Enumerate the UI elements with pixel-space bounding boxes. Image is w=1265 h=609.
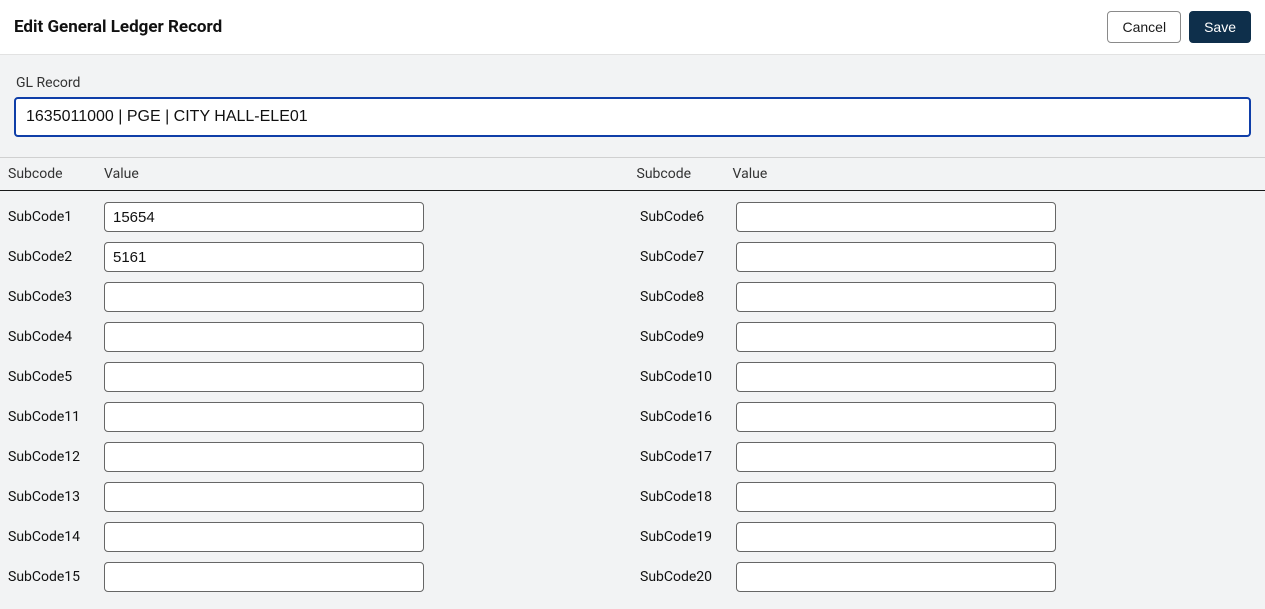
- subcode-value-input[interactable]: [736, 482, 1056, 512]
- header-subcode-left: Subcode: [8, 166, 104, 182]
- subcode-value-input[interactable]: [736, 362, 1056, 392]
- subcode-label: SubCode5: [8, 369, 104, 385]
- table-row: SubCode13 SubCode18: [8, 477, 1265, 517]
- subcode-label: SubCode12: [8, 449, 104, 465]
- subcode-label: SubCode11: [8, 409, 104, 425]
- subcode-value-cell: [104, 562, 424, 592]
- content-area: GL Record Subcode Value Subcode Value Su…: [0, 55, 1265, 609]
- subcode-value-input[interactable]: [736, 282, 1056, 312]
- subcode-label: SubCode6: [640, 209, 736, 225]
- subcode-value-cell: [736, 282, 1056, 312]
- subcode-value-cell: [736, 442, 1056, 472]
- subcode-value-cell: [736, 522, 1056, 552]
- subcode-value-input[interactable]: [736, 522, 1056, 552]
- subcode-label: SubCode15: [8, 569, 104, 585]
- table-row: SubCode14 SubCode19: [8, 517, 1265, 557]
- subcode-value-cell: [104, 402, 424, 432]
- subcode-value-input[interactable]: [104, 322, 424, 352]
- gl-record-input[interactable]: [14, 97, 1251, 137]
- gl-record-label: GL Record: [16, 75, 1251, 91]
- subcode-value-input[interactable]: [104, 242, 424, 272]
- subcode-label: SubCode10: [640, 369, 736, 385]
- page-header: Edit General Ledger Record Cancel Save: [0, 0, 1265, 55]
- subcode-label: SubCode13: [8, 489, 104, 505]
- subcode-value-cell: [736, 562, 1056, 592]
- subcode-value-input[interactable]: [736, 562, 1056, 592]
- subcode-label: SubCode2: [8, 249, 104, 265]
- subcode-label: SubCode18: [640, 489, 736, 505]
- subcode-value-input[interactable]: [104, 282, 424, 312]
- subcode-label: SubCode1: [8, 209, 104, 225]
- subcode-value-cell: [736, 482, 1056, 512]
- table-row: SubCode11 SubCode16: [8, 397, 1265, 437]
- table-header: Subcode Value Subcode Value: [0, 158, 1265, 191]
- subcode-value-cell: [104, 282, 424, 312]
- subcode-label: SubCode4: [8, 329, 104, 345]
- subcode-value-input[interactable]: [736, 322, 1056, 352]
- table-row: SubCode1 SubCode6: [8, 197, 1265, 237]
- subcode-label: SubCode16: [640, 409, 736, 425]
- subcode-value-input[interactable]: [736, 442, 1056, 472]
- subcode-label: SubCode9: [640, 329, 736, 345]
- subcode-value-cell: [736, 242, 1056, 272]
- subcode-value-input[interactable]: [104, 482, 424, 512]
- subcode-table: Subcode Value Subcode Value SubCode1SubC…: [0, 157, 1265, 597]
- table-row: SubCode2 SubCode7: [8, 237, 1265, 277]
- subcode-value-input[interactable]: [104, 562, 424, 592]
- subcode-value-cell: [104, 482, 424, 512]
- header-subcode-right: Subcode: [637, 166, 733, 182]
- subcode-label: SubCode20: [640, 569, 736, 585]
- subcode-value-cell: [736, 402, 1056, 432]
- subcode-value-cell: [104, 522, 424, 552]
- subcode-value-cell: [104, 242, 424, 272]
- table-rows: SubCode1 SubCode6 SubCode2 SubCode7 SubCode3…: [0, 191, 1265, 597]
- header-value-left: Value: [104, 166, 637, 182]
- table-row: SubCode5 SubCode10: [8, 357, 1265, 397]
- subcode-value-input[interactable]: [736, 402, 1056, 432]
- subcode-label: SubCode8: [640, 289, 736, 305]
- subcode-value-input[interactable]: [736, 202, 1056, 232]
- subcode-value-input[interactable]: [104, 362, 424, 392]
- subcode-value-cell: [104, 442, 424, 472]
- subcode-value-input[interactable]: [104, 442, 424, 472]
- subcode-value-input[interactable]: [104, 522, 424, 552]
- table-row: SubCode12 SubCode17: [8, 437, 1265, 477]
- subcode-value-input[interactable]: [736, 242, 1056, 272]
- save-button[interactable]: Save: [1189, 11, 1251, 43]
- subcode-value-input[interactable]: [104, 402, 424, 432]
- subcode-label: SubCode7: [640, 249, 736, 265]
- table-row: SubCode3 SubCode8: [8, 277, 1265, 317]
- header-actions: Cancel Save: [1107, 11, 1251, 43]
- cancel-button[interactable]: Cancel: [1107, 11, 1181, 43]
- header-value-right: Value: [733, 166, 1265, 182]
- subcode-value-cell: [736, 322, 1056, 352]
- subcode-label: SubCode3: [8, 289, 104, 305]
- page-title: Edit General Ledger Record: [14, 17, 222, 37]
- subcode-label: SubCode17: [640, 449, 736, 465]
- subcode-value-input[interactable]: [104, 202, 424, 232]
- subcode-value-cell: [104, 322, 424, 352]
- subcode-label: SubCode19: [640, 529, 736, 545]
- table-row: SubCode4 SubCode9: [8, 317, 1265, 357]
- subcode-value-cell: [736, 202, 1056, 232]
- subcode-value-cell: [104, 362, 424, 392]
- subcode-label: SubCode14: [8, 529, 104, 545]
- subcode-value-cell: [104, 202, 424, 232]
- subcode-value-cell: [736, 362, 1056, 392]
- table-row: SubCode15 SubCode20: [8, 557, 1265, 597]
- gl-record-section: GL Record: [0, 55, 1265, 157]
